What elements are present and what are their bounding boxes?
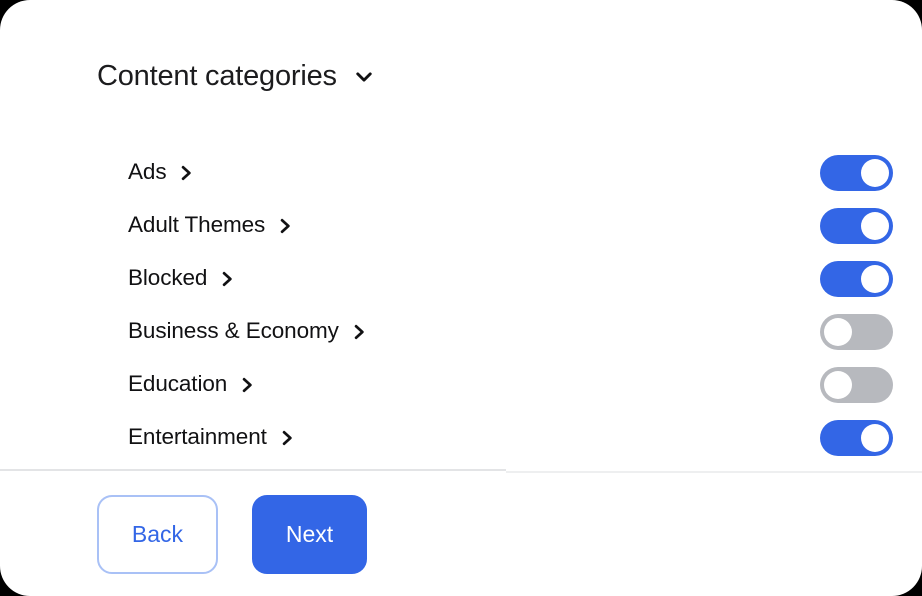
chevron-right-icon[interactable] bbox=[179, 164, 194, 182]
category-toggle[interactable] bbox=[820, 419, 893, 456]
category-label: Ads bbox=[128, 159, 167, 185]
category-row-link[interactable]: Business & Economy bbox=[128, 320, 367, 343]
chevron-right-icon[interactable] bbox=[278, 217, 293, 235]
category-row-link[interactable]: Adult Themes bbox=[128, 214, 293, 237]
chevron-right-icon[interactable] bbox=[240, 376, 255, 394]
chevron-right-icon[interactable] bbox=[352, 323, 367, 341]
category-row-link[interactable]: Education bbox=[128, 373, 255, 396]
toggle-knob bbox=[861, 211, 889, 240]
toggle-knob bbox=[861, 423, 889, 452]
category-row[interactable]: Education bbox=[0, 358, 922, 411]
category-row[interactable]: Adult Themes bbox=[0, 199, 922, 252]
category-row-link[interactable]: Entertainment bbox=[128, 426, 295, 449]
category-row[interactable]: Business & Economy bbox=[0, 305, 922, 358]
chevron-right-icon[interactable] bbox=[280, 429, 295, 447]
chevron-down-icon[interactable] bbox=[353, 66, 375, 88]
content-categories-card: Content categories Ads Adult Themes Blocke… bbox=[0, 0, 922, 596]
page-title: Content categories bbox=[97, 60, 337, 92]
next-button[interactable]: Next bbox=[252, 495, 367, 574]
category-label: Adult Themes bbox=[128, 212, 266, 238]
category-label: Entertainment bbox=[128, 424, 267, 450]
footer-divider-left bbox=[0, 469, 506, 471]
content-categories-header[interactable]: Content categories bbox=[97, 62, 375, 91]
footer-actions: Back Next bbox=[97, 495, 367, 574]
footer-divider-right bbox=[506, 471, 922, 473]
category-row-link[interactable]: Blocked bbox=[128, 267, 235, 290]
category-label: Blocked bbox=[128, 265, 208, 291]
category-toggle[interactable] bbox=[820, 260, 893, 297]
back-button[interactable]: Back bbox=[97, 495, 218, 574]
category-row-link[interactable]: Ads bbox=[128, 161, 194, 184]
category-toggle[interactable] bbox=[820, 207, 893, 244]
category-label: Education bbox=[128, 371, 228, 397]
chevron-right-icon[interactable] bbox=[220, 270, 235, 288]
category-row[interactable]: Entertainment bbox=[0, 411, 922, 464]
category-list: Ads Adult Themes Blocked Business & Economy… bbox=[0, 146, 922, 464]
toggle-knob bbox=[824, 317, 852, 346]
toggle-knob bbox=[824, 370, 852, 399]
toggle-knob bbox=[861, 158, 889, 187]
category-toggle[interactable] bbox=[820, 154, 893, 191]
category-label: Business & Economy bbox=[128, 318, 339, 344]
category-toggle[interactable] bbox=[820, 366, 893, 403]
toggle-knob bbox=[861, 264, 889, 293]
category-toggle[interactable] bbox=[820, 313, 893, 350]
category-row[interactable]: Blocked bbox=[0, 252, 922, 305]
category-row[interactable]: Ads bbox=[0, 146, 922, 199]
